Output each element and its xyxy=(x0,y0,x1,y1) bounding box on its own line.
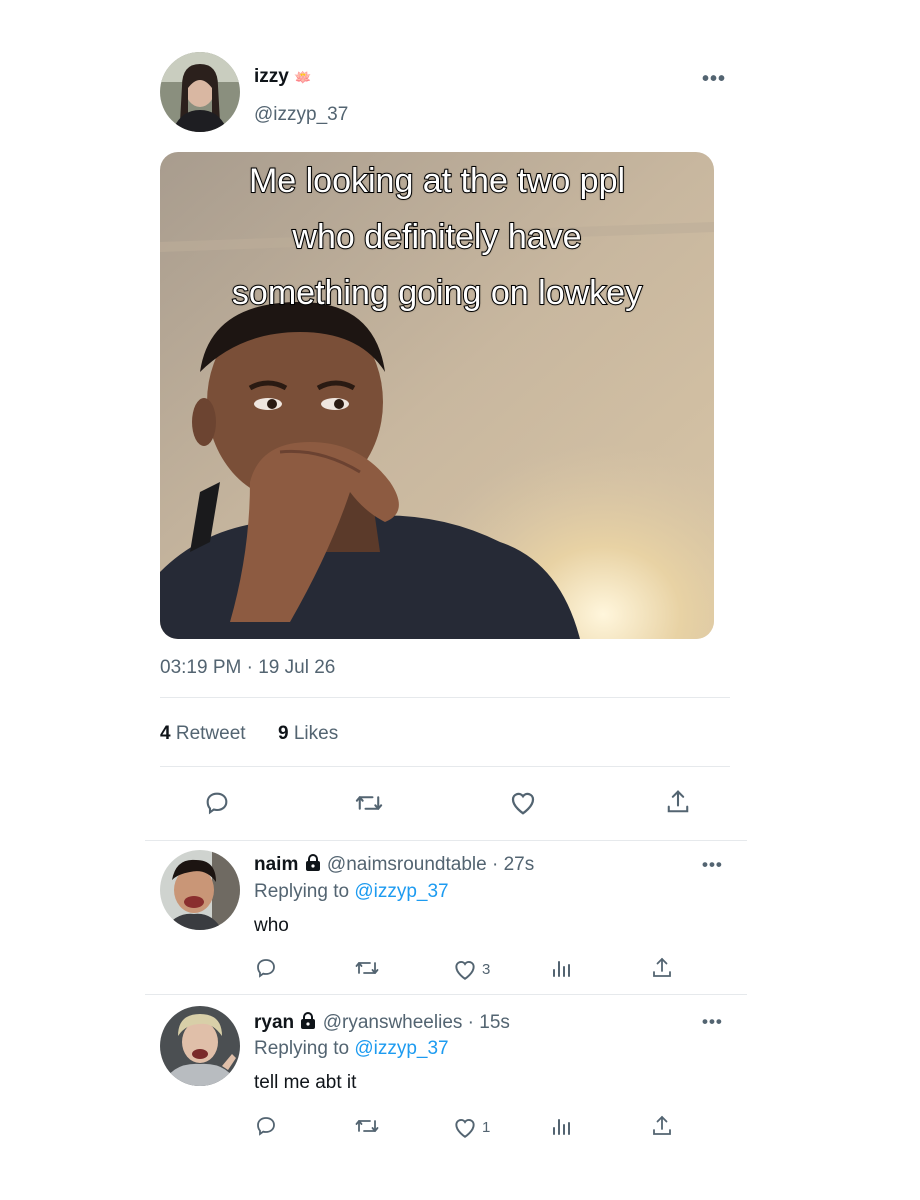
replying-to: Replying to @izzyp_37 xyxy=(254,881,449,903)
reply-avatar[interactable] xyxy=(160,1006,240,1086)
like-icon[interactable] xyxy=(452,1115,478,1144)
analytics-icon[interactable] xyxy=(550,956,574,985)
meme-caption-line-1: Me looking at the two ppl xyxy=(248,161,626,201)
reply-more-options-icon[interactable]: ••• xyxy=(702,856,723,873)
lotus-emoji: 🪷 xyxy=(294,69,312,85)
reply-text: tell me abt it xyxy=(254,1072,357,1093)
like-count: 1 xyxy=(482,1119,491,1136)
replying-to-label: Replying to xyxy=(254,881,350,902)
like-icon[interactable] xyxy=(452,957,478,986)
divider xyxy=(145,994,747,995)
reply-author-handle[interactable]: @ryanswheelies xyxy=(323,1012,463,1033)
share-icon[interactable] xyxy=(650,955,674,986)
divider xyxy=(160,766,730,767)
reply-icon[interactable] xyxy=(203,789,231,822)
retweet-count: 4 xyxy=(160,723,171,744)
share-icon[interactable] xyxy=(664,787,692,822)
author-name-text[interactable]: izzy xyxy=(254,66,289,87)
retweet-label: Retweet xyxy=(175,723,246,744)
tweet-image[interactable]: Me looking at the two ppl who definitely… xyxy=(160,152,714,639)
reply-icon[interactable] xyxy=(254,1114,278,1143)
author-handle[interactable]: @izzyp_37 xyxy=(254,104,348,126)
likes-stat[interactable]: 9 Likes xyxy=(278,723,338,745)
reply-author-name[interactable]: naim xyxy=(254,854,298,875)
reply-header: naim @naimsroundtable · 27s xyxy=(254,854,534,878)
lock-icon xyxy=(304,854,322,878)
replying-to-handle[interactable]: @izzyp_37 xyxy=(354,1038,448,1059)
analytics-icon[interactable] xyxy=(550,1114,574,1143)
reply-author-name[interactable]: ryan xyxy=(254,1012,294,1033)
retweet-icon[interactable] xyxy=(354,956,380,985)
divider xyxy=(145,840,747,841)
reply-time[interactable]: · 15s xyxy=(468,1012,510,1033)
author-avatar[interactable] xyxy=(160,52,240,132)
author-name[interactable]: izzy 🪷 xyxy=(254,66,312,88)
replying-to-label: Replying to xyxy=(254,1038,350,1059)
reply-avatar[interactable] xyxy=(160,850,240,930)
retweet-icon[interactable] xyxy=(354,789,384,822)
replying-to: Replying to @izzyp_37 xyxy=(254,1038,449,1060)
meme-caption-line-2: who definitely have xyxy=(291,217,582,257)
like-count: 3 xyxy=(482,961,491,978)
reply-header: ryan @ryanswheelies · 15s xyxy=(254,1012,510,1036)
likes-label: Likes xyxy=(293,723,339,744)
more-options-icon[interactable]: ••• xyxy=(702,69,726,89)
share-icon[interactable] xyxy=(650,1113,674,1144)
replying-to-handle[interactable]: @izzyp_37 xyxy=(354,881,448,902)
reply-author-handle[interactable]: @naimsroundtable xyxy=(327,854,487,875)
reply-time[interactable]: · 27s xyxy=(492,854,534,875)
reply-icon[interactable] xyxy=(254,956,278,985)
divider xyxy=(160,697,730,698)
lock-icon xyxy=(299,1012,317,1036)
reply-more-options-icon[interactable]: ••• xyxy=(702,1013,723,1030)
meme-caption-line-3: something going on lowkey xyxy=(231,273,643,313)
like-icon[interactable] xyxy=(508,788,538,821)
tweet-timestamp[interactable]: 03:19 PM · 19 Jul 26 xyxy=(160,657,335,679)
retweet-stat[interactable]: 4 Retweet xyxy=(160,723,246,745)
retweet-icon[interactable] xyxy=(354,1114,380,1143)
reply-text: who xyxy=(254,915,289,936)
likes-count: 9 xyxy=(278,723,289,744)
